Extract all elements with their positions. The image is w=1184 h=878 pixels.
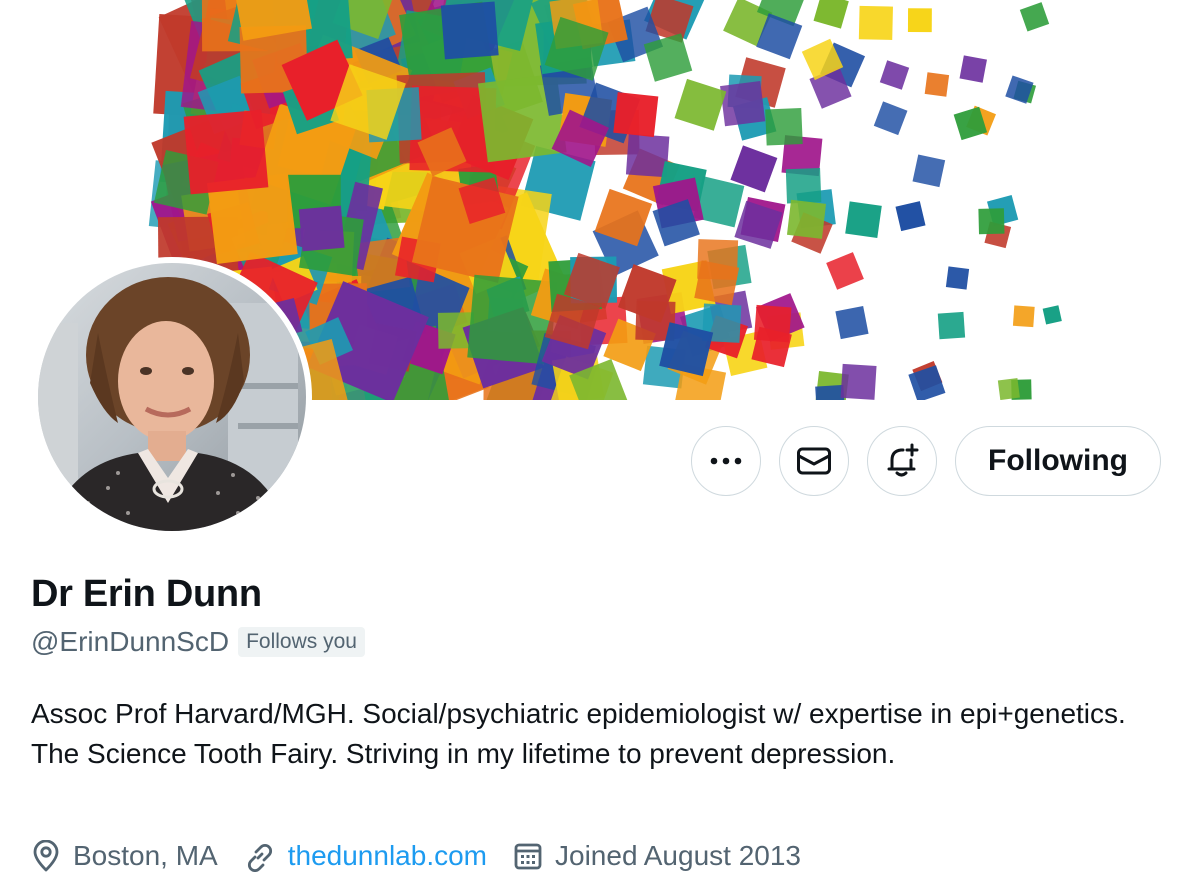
handle-row: @ErinDunnScD Follows you [31, 624, 365, 660]
link-icon [247, 843, 272, 872]
banner-square [674, 78, 727, 131]
envelope-icon [797, 447, 831, 475]
banner-square [613, 92, 659, 138]
banner-square [959, 55, 987, 83]
banner-square [298, 205, 345, 252]
location-text: Boston, MA [73, 840, 218, 871]
banner-square [1019, 2, 1050, 32]
more-button[interactable] [691, 426, 761, 496]
message-button[interactable] [779, 426, 849, 496]
banner-square [785, 167, 822, 204]
banner-square [1012, 305, 1035, 328]
avatar[interactable] [38, 263, 306, 531]
banner-square [813, 0, 849, 29]
banner-square [840, 363, 877, 400]
banner-square [183, 109, 269, 195]
profile-meta: Boston, MA thedunnlab.com Joined August … [31, 834, 827, 878]
more-dots-icon [710, 457, 742, 465]
location-pin-icon [33, 840, 59, 872]
banner-square [912, 154, 946, 188]
following-button[interactable]: Following [955, 426, 1161, 496]
banner-square [694, 260, 740, 306]
user-handle: @ErinDunnScD [31, 626, 230, 657]
joined-text: Joined August 2013 [555, 840, 801, 871]
banner-square [873, 101, 908, 136]
banner-square [845, 201, 882, 238]
banner-square [858, 5, 893, 40]
banner-square [945, 266, 970, 290]
calendar-icon [514, 843, 542, 870]
website-item: thedunnlab.com [244, 840, 487, 872]
website-link[interactable]: thedunnlab.com [288, 840, 487, 872]
banner-square [937, 311, 966, 340]
banner-square [978, 208, 1005, 235]
banner-square [895, 201, 926, 232]
banner-square [835, 305, 869, 340]
banner-square [924, 72, 950, 97]
banner-square [1042, 305, 1062, 325]
banner-square [440, 1, 499, 60]
banner-square [997, 378, 1020, 400]
bell-plus-icon [887, 443, 919, 477]
avatar-photo [38, 263, 306, 531]
banner-square [879, 60, 910, 90]
profile-bio: Assoc Prof Harvard/MGH. Social/psychiatr… [31, 698, 1126, 769]
location-item: Boston, MA [31, 840, 218, 872]
joined-item: Joined August 2013 [513, 840, 801, 872]
notifications-button[interactable] [867, 426, 937, 496]
banner-square [720, 81, 766, 127]
banner-square [826, 252, 864, 290]
banner-square [907, 8, 932, 33]
banner-square [765, 107, 803, 146]
banner-square [815, 384, 846, 400]
banner-square [786, 199, 827, 239]
display-name: Dr Erin Dunn [31, 573, 262, 615]
follows-you-badge: Follows you [238, 627, 365, 657]
